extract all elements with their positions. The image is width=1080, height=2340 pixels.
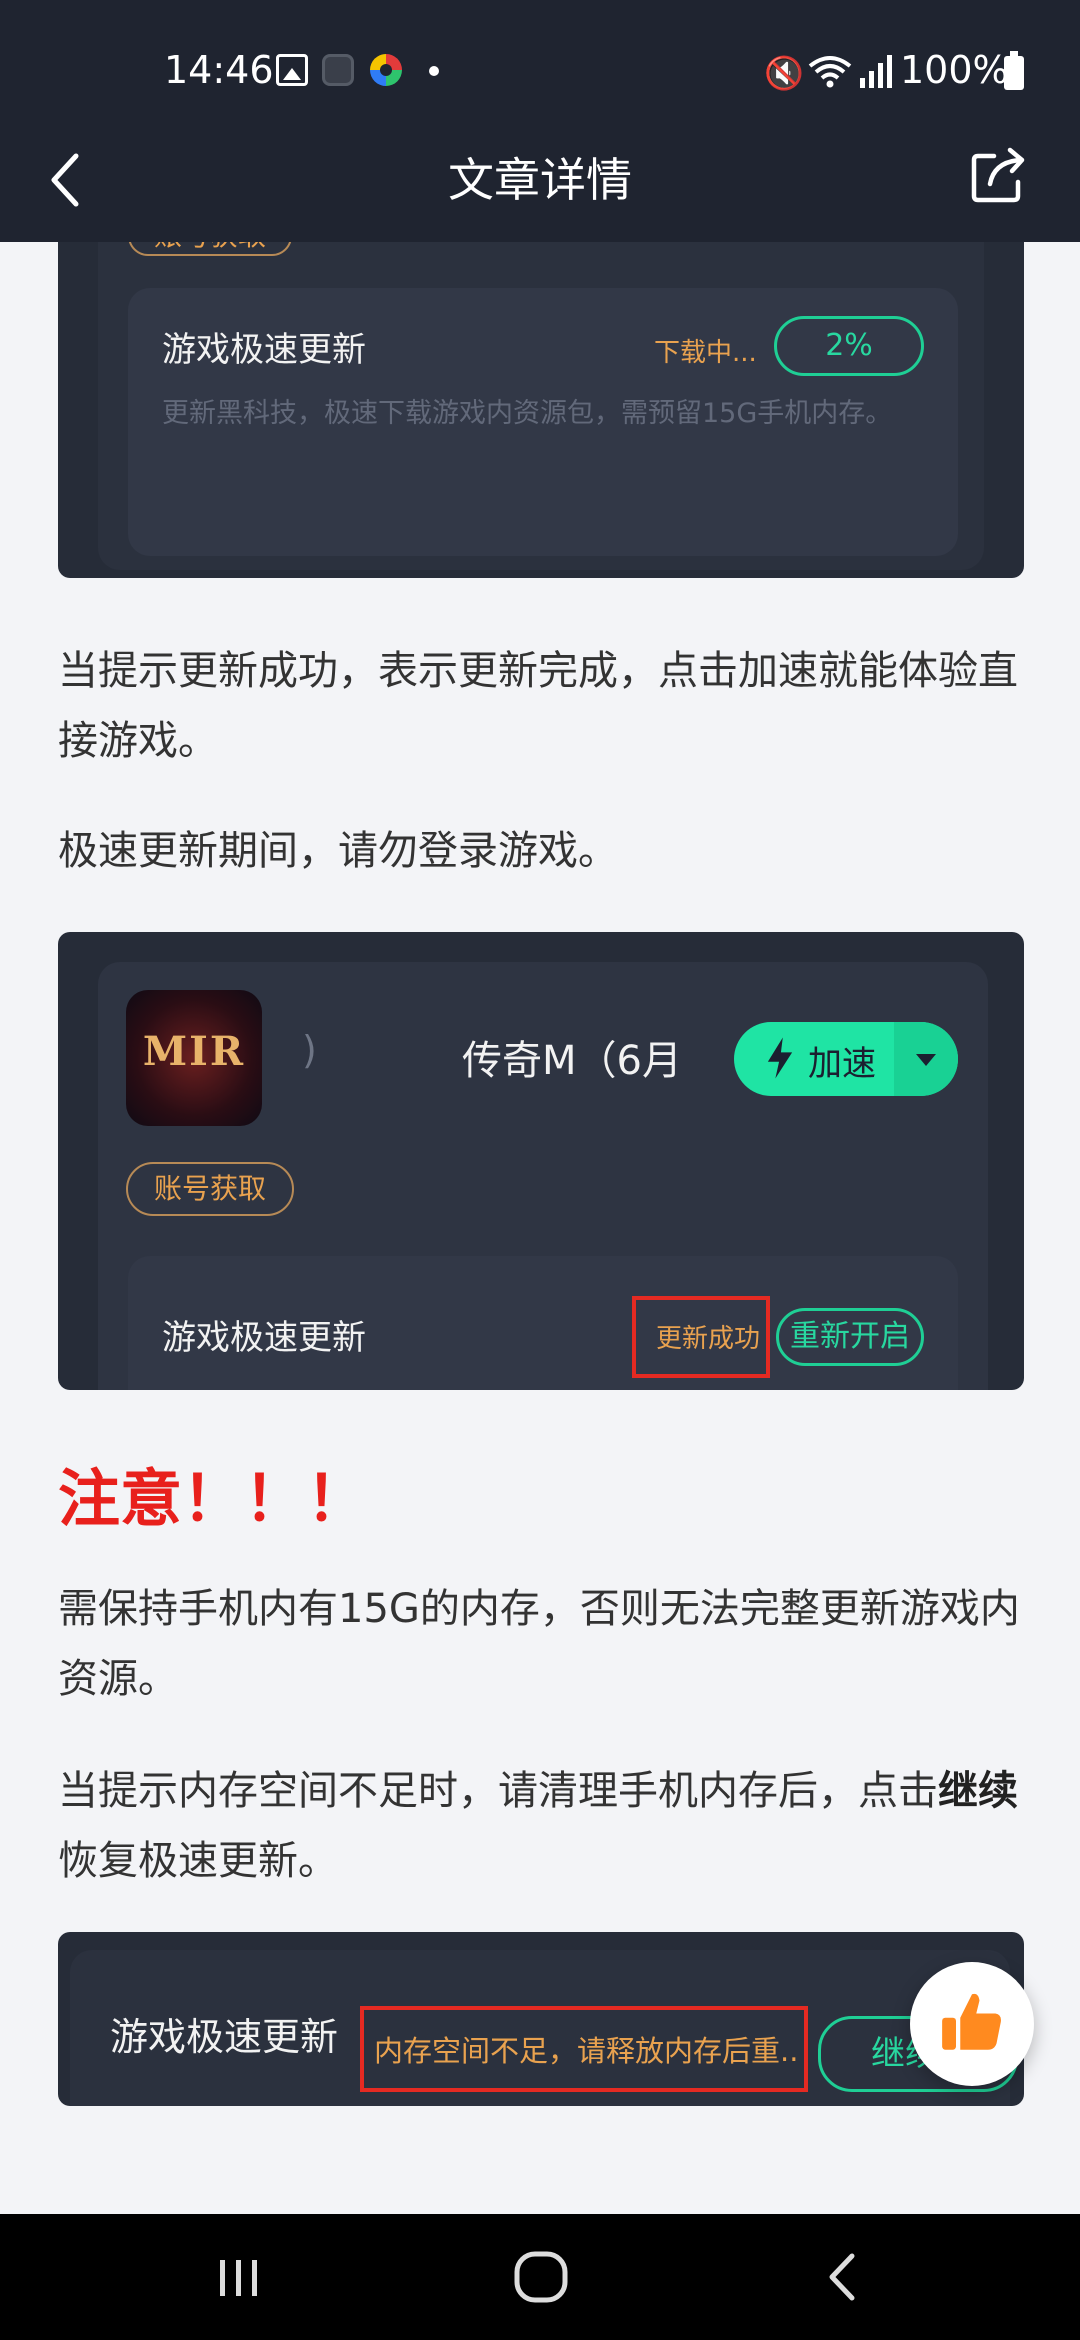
- feature-title: 游戏极速更新: [110, 2015, 339, 2059]
- paragraph-continue: 当提示内存空间不足时，请清理手机内存后，点击继续恢复极速更新。: [58, 1768, 1018, 1884]
- article-content[interactable]: 账号获取 游戏极速更新 下载中... 2% 更新黑科技，极速下载游戏内资源包，需…: [0, 242, 1080, 2214]
- top-bar: 14:46 🔇 100% 文章详情: [0, 0, 1080, 242]
- status-bar: 14:46 🔇 100%: [0, 0, 1080, 150]
- caret-down-icon: [916, 1054, 936, 1066]
- memory-status: 内存空间不足，请释放内存后重..: [374, 2034, 799, 2068]
- game-icon: [322, 54, 354, 86]
- signal-icon: [860, 55, 892, 88]
- status-time: 14:46: [164, 48, 274, 92]
- game-name: 传奇M（6月: [462, 1038, 682, 1084]
- back-icon[interactable]: [808, 2244, 878, 2310]
- multicolor-app-icon: [370, 54, 402, 86]
- download-status: 下载中...: [654, 338, 757, 368]
- recent-apps-icon[interactable]: [204, 2244, 274, 2310]
- notification-dot: [429, 66, 439, 76]
- accelerate-dropdown[interactable]: [894, 1022, 958, 1096]
- home-icon[interactable]: [506, 2244, 576, 2310]
- share-icon[interactable]: [968, 144, 1030, 206]
- lightning-icon: [767, 1037, 793, 1079]
- account-tag: 账号获取: [128, 242, 292, 256]
- screenshot-memory-insufficient: 游戏极速更新 内存空间不足，请释放内存后重.. 继续: [58, 1932, 1024, 2106]
- update-status: 更新成功: [656, 1324, 761, 1354]
- paragraph-no-login: 极速更新期间，请勿登录游戏。: [58, 828, 618, 874]
- thumbs-up-icon: [942, 1993, 1001, 2050]
- paragraph-update-success: 当提示更新成功，表示更新完成，点击加速就能体验直接游戏。: [58, 648, 1018, 764]
- notice-heading: 注意！！！: [58, 1462, 369, 1535]
- system-nav-bar: [0, 2214, 1080, 2340]
- wifi-icon: [808, 56, 852, 88]
- mute-icon: 🔇: [764, 54, 804, 92]
- restart-button[interactable]: 重新开启: [776, 1308, 924, 1366]
- battery-percent: 100%: [900, 48, 1009, 92]
- feature-title: 游戏极速更新: [162, 330, 366, 370]
- page-title: 文章详情: [448, 153, 632, 207]
- game-logo: MIR: [126, 990, 262, 1126]
- accelerate-button[interactable]: 加速: [734, 1022, 958, 1096]
- progress-button[interactable]: 2%: [774, 316, 924, 376]
- continue-text-bold: 继续: [938, 1768, 1018, 1814]
- paragraph-memory-requirement: 需保持手机内有15G的内存，否则无法完整更新游戏内资源。: [58, 1586, 1020, 1702]
- screenshot-update-success: MIR ) 传奇M（6月 加速 账号获取 游戏极速更新 更新成功 重新开启: [58, 932, 1024, 1390]
- screenshot-download-progress: 账号获取 游戏极速更新 下载中... 2% 更新黑科技，极速下载游戏内资源包，需…: [58, 242, 1024, 578]
- feature-description: 更新黑科技，极速下载游戏内资源包，需预留15G手机内存。: [162, 398, 893, 429]
- battery-icon: [1004, 51, 1024, 90]
- app-header: 文章详情: [0, 147, 1080, 242]
- photo-icon: [276, 54, 308, 86]
- feature-title: 游戏极速更新: [162, 1318, 366, 1358]
- like-button[interactable]: [910, 1962, 1034, 2086]
- account-tag: 账号获取: [126, 1162, 294, 1216]
